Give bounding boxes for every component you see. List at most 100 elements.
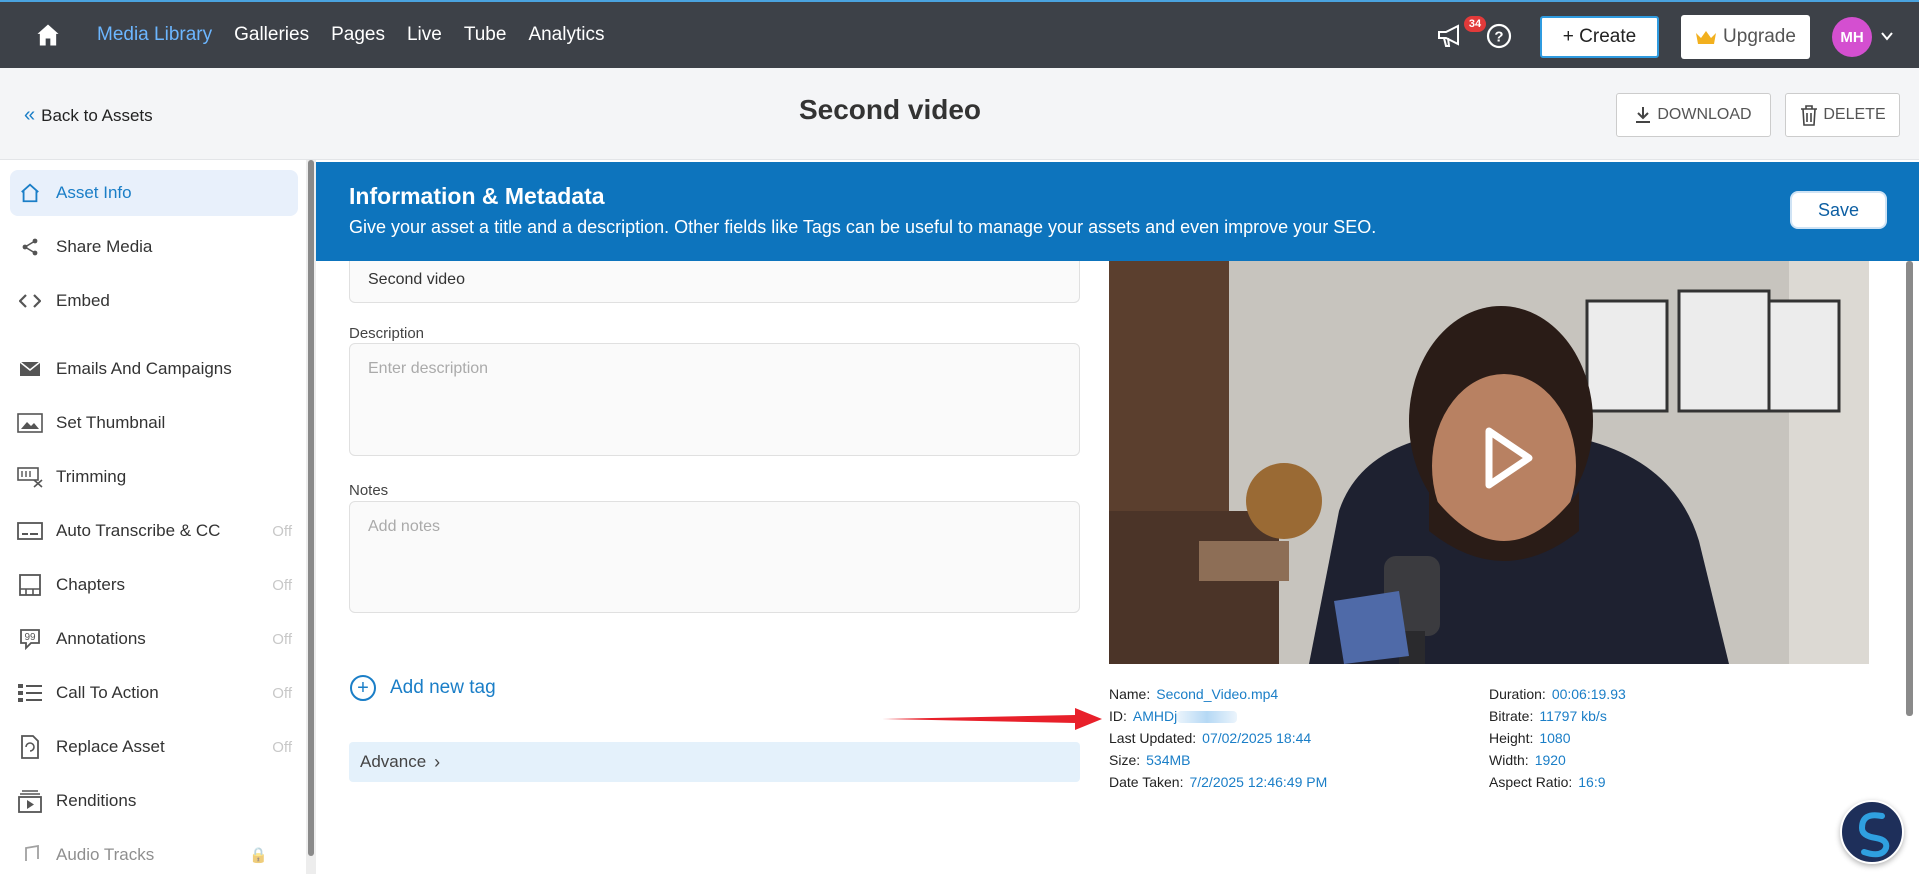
audio-icon [16, 843, 44, 867]
asset-header: « Back to Assets Second video DOWNLOAD D… [0, 68, 1919, 160]
video-thumbnail [1109, 261, 1869, 664]
home-icon[interactable] [34, 21, 62, 49]
meta-name: Name: Second_Video.mp4 [1109, 686, 1279, 702]
notification-badge: 34 [1464, 16, 1486, 32]
download-label: DOWNLOAD [1657, 106, 1752, 123]
banner-description: Give your asset a title and a descriptio… [349, 217, 1377, 237]
main-nav: Media Library Galleries Pages Live Tube … [97, 2, 604, 68]
feature-status: Off [272, 684, 292, 702]
crown-icon [1696, 31, 1717, 44]
feature-status: Off [272, 522, 292, 540]
avatar[interactable]: MH [1832, 17, 1872, 57]
advance-toggle[interactable]: Advance › [349, 742, 1080, 782]
sidebar-item-label: Annotations [56, 629, 146, 648]
sidebar-item-set-thumbnail[interactable]: Set Thumbnail [10, 400, 298, 446]
download-icon [1636, 107, 1651, 123]
chat-widget-button[interactable] [1840, 800, 1904, 864]
meta-aspect-ratio: Aspect Ratio: 16:9 [1489, 774, 1606, 790]
sidebar-item-label: Embed [56, 291, 110, 310]
notes-field[interactable]: Add notes [349, 501, 1080, 613]
sidebar-item-trimming[interactable]: Trimming [10, 454, 298, 500]
replace-icon [16, 735, 44, 759]
nav-tube[interactable]: Tube [464, 24, 507, 46]
save-button[interactable]: Save [1790, 191, 1887, 229]
sidebar-item-label: Emails And Campaigns [56, 359, 232, 378]
feature-status: Off [272, 576, 292, 594]
sidebar-item-label: Renditions [56, 791, 137, 810]
svg-text:99: 99 [24, 632, 36, 643]
chat-logo-icon [1858, 812, 1890, 858]
download-button[interactable]: DOWNLOAD [1616, 93, 1771, 137]
image-icon [16, 411, 44, 435]
share-icon [16, 235, 44, 259]
sidebar-item-auto-transcribe[interactable]: Auto Transcribe & CC Off [10, 508, 298, 554]
sidebar-item-label: Audio Tracks [56, 845, 155, 864]
meta-last-updated: Last Updated: 07/02/2025 18:44 [1109, 730, 1312, 746]
page-title: Second video [798, 94, 982, 125]
sidebar-item-chapters[interactable]: Chapters Off [10, 562, 298, 608]
nav-galleries[interactable]: Galleries [234, 24, 309, 46]
meta-size: Size: 534MB [1109, 752, 1191, 768]
nav-media-library[interactable]: Media Library [97, 24, 212, 46]
sidebar-item-replace-asset[interactable]: Replace Asset Off [10, 724, 298, 770]
sidebar-item-share-media[interactable]: Share Media [10, 224, 298, 270]
sidebar-item-label: Auto Transcribe & CC [56, 521, 221, 540]
delete-label: DELETE [1823, 106, 1886, 123]
advance-label: Advance [360, 752, 427, 771]
code-icon [16, 289, 44, 313]
megaphone-icon[interactable] [1436, 22, 1466, 50]
plus-icon: + [350, 675, 376, 701]
sidebar-item-call-to-action[interactable]: Call To Action Off [10, 670, 298, 716]
add-tag-button[interactable]: + Add new tag [350, 675, 496, 701]
sidebar-item-label: Asset Info [56, 183, 132, 202]
description-field[interactable]: Enter description [349, 343, 1080, 456]
sidebar-item-label: Trimming [56, 467, 127, 486]
list-icon [16, 681, 44, 705]
asset-sidebar: Asset Info Share Media Embed Emails And … [0, 160, 307, 874]
back-label: Back to Assets [41, 105, 153, 125]
description-label: Description [349, 325, 425, 342]
nav-live[interactable]: Live [407, 24, 442, 46]
back-to-assets-link[interactable]: « Back to Assets [24, 104, 153, 127]
meta-bitrate: Bitrate: 11797 kb/s [1489, 708, 1607, 724]
meta-date-taken: Date Taken: 7/2/2025 12:46:49 PM [1109, 774, 1328, 790]
video-player[interactable] [1109, 261, 1869, 664]
meta-duration: Duration: 00:06:19.93 [1489, 686, 1626, 702]
captions-icon [16, 519, 44, 543]
home-icon [16, 181, 44, 205]
title-input[interactable]: Second video [349, 261, 1080, 303]
envelope-icon [16, 357, 44, 381]
meta-id: ID: AMHDj [1109, 708, 1238, 724]
meta-width: Width: 1920 [1489, 752, 1566, 768]
upgrade-button[interactable]: Upgrade [1681, 15, 1810, 59]
sidebar-item-asset-info[interactable]: Asset Info [10, 170, 298, 216]
sidebar-item-label: Share Media [56, 237, 153, 256]
double-chevron-left-icon: « [24, 104, 36, 126]
notes-label: Notes [349, 482, 389, 499]
sidebar-item-label: Chapters [56, 575, 125, 594]
feature-status: Off [272, 630, 292, 648]
nav-analytics[interactable]: Analytics [528, 24, 604, 46]
lock-icon: 🔒 [249, 847, 268, 864]
delete-button[interactable]: DELETE [1785, 93, 1900, 137]
feature-status: Off [272, 738, 292, 756]
sidebar-item-annotations[interactable]: 99 Annotations Off [10, 616, 298, 662]
sidebar-item-embed[interactable]: Embed [10, 278, 298, 324]
scissors-icon [16, 465, 44, 489]
chevron-down-icon[interactable] [1880, 29, 1894, 43]
sidebar-item-audio-tracks[interactable]: Audio Tracks 🔒 [10, 832, 298, 874]
top-nav: Media Library Galleries Pages Live Tube … [0, 0, 1919, 68]
content-scrollbar[interactable] [1906, 261, 1913, 716]
trash-icon [1801, 105, 1818, 126]
add-tag-label: Add new tag [390, 677, 496, 698]
nav-pages[interactable]: Pages [331, 24, 385, 46]
sidebar-scrollbar[interactable] [308, 160, 314, 856]
chapters-icon [16, 573, 44, 597]
help-icon[interactable]: ? [1486, 23, 1512, 49]
create-button[interactable]: + Create [1540, 16, 1659, 58]
sidebar-item-renditions[interactable]: Renditions [10, 778, 298, 824]
red-arrow-annotation [882, 708, 1102, 730]
banner-title: Information & Metadata [349, 183, 605, 209]
sidebar-item-label: Replace Asset [56, 737, 165, 756]
sidebar-item-emails-and-campaigns[interactable]: Emails And Campaigns [10, 346, 298, 392]
